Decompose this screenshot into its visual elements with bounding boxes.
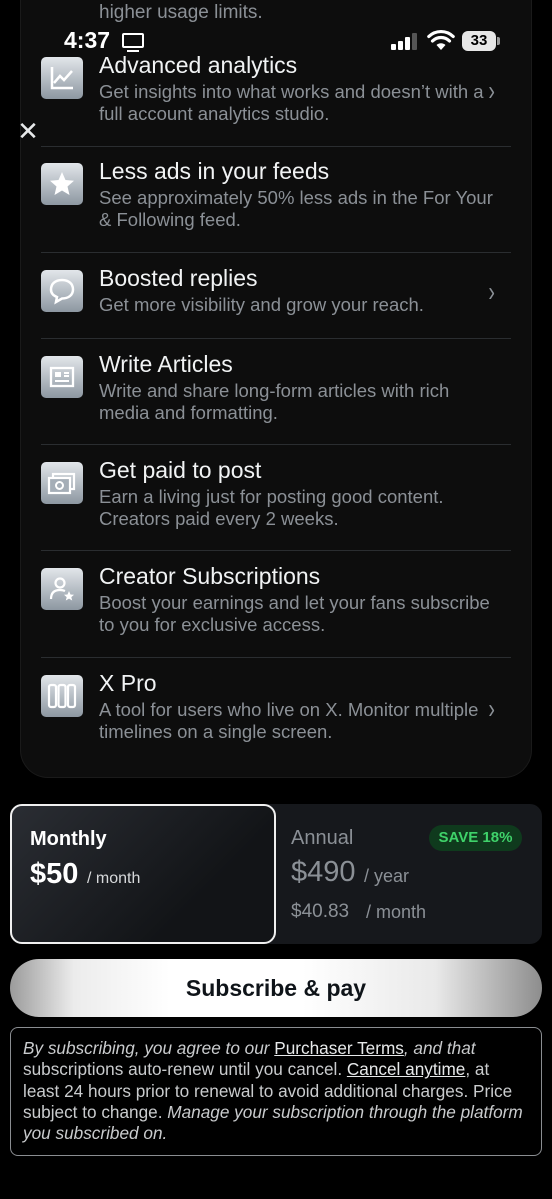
divider	[41, 657, 511, 658]
terms-notice: By subscribing, you agree to our Purchas…	[10, 1027, 542, 1156]
money-icon	[41, 462, 83, 504]
terms-text: , and that	[403, 1038, 476, 1058]
feature-title: Advanced analytics	[99, 52, 298, 78]
subscription-screen: { "top_fragment": "higher usage limits."…	[0, 0, 552, 1199]
plan-period: / year	[364, 866, 410, 886]
plan-price: $50	[30, 858, 79, 890]
speech-bubble-icon	[41, 270, 83, 312]
subscribe-pay-button[interactable]: Subscribe & pay	[10, 959, 542, 1017]
divider	[41, 252, 511, 253]
feature-description: A tool for users who live on X. Monitor …	[99, 699, 479, 742]
feature-title: Creator Subscriptions	[99, 563, 321, 589]
feature-description: See approximately 50% less ads in the Fo…	[99, 187, 493, 230]
chevron-right-icon: ›	[488, 693, 495, 724]
plan-period: / month	[87, 870, 141, 887]
cellular-signal-icon	[391, 32, 419, 50]
terms-text: subscriptions auto-renew until you cance…	[23, 1059, 347, 1080]
feature-title: X Pro	[99, 670, 157, 696]
feature-description: Get insights into what works and doesn’t…	[99, 81, 484, 124]
chart-icon	[41, 57, 83, 99]
plan-monthly-option[interactable]: Monthly $50 / month	[10, 804, 276, 944]
star-icon	[41, 163, 83, 205]
close-icon: ✕	[17, 116, 39, 146]
divider	[41, 338, 511, 339]
feature-description: Earn a living just for posting good cont…	[99, 486, 444, 529]
feature-title: Boosted replies	[99, 265, 258, 291]
divider	[41, 444, 511, 445]
divider	[41, 146, 511, 147]
screen-mirroring-icon	[122, 33, 144, 52]
feature-title: Write Articles	[99, 351, 233, 377]
plan-monthly-equivalent: $40.83	[291, 901, 350, 922]
wifi-icon	[427, 29, 455, 50]
feature-description: Get more visibility and grow your reach.	[99, 294, 424, 315]
columns-icon	[41, 675, 83, 717]
article-icon	[41, 356, 83, 398]
chevron-right-icon: ›	[488, 276, 495, 307]
purchaser-terms-link[interactable]: Purchaser Terms	[274, 1038, 404, 1058]
divider	[41, 550, 511, 551]
feature-title: Get paid to post	[99, 457, 262, 483]
plan-label: Monthly	[30, 828, 107, 850]
plan-price: $490	[291, 856, 356, 888]
battery-icon: 33	[462, 31, 500, 51]
close-button[interactable]: ✕	[14, 117, 42, 145]
feature-description: Boost your earnings and let your fans su…	[99, 592, 490, 635]
status-time: 4:37	[64, 27, 111, 53]
save-badge: SAVE 18%	[429, 825, 522, 851]
person-star-icon	[41, 568, 83, 610]
plan-monthly-equivalent-period: / month	[366, 902, 427, 922]
plan-annual-option[interactable]: Annual SAVE 18% $490 / year $40.83 / mon…	[276, 804, 542, 944]
feature-description: Write and share long-form articles with …	[99, 380, 450, 423]
cancel-anytime-link[interactable]: Cancel anytime	[347, 1059, 465, 1079]
plan-label: Annual	[291, 827, 354, 849]
chevron-right-icon: ›	[488, 75, 495, 106]
terms-text: By subscribing, you agree to our	[23, 1038, 275, 1058]
feature-title: Less ads in your feeds	[99, 158, 330, 184]
